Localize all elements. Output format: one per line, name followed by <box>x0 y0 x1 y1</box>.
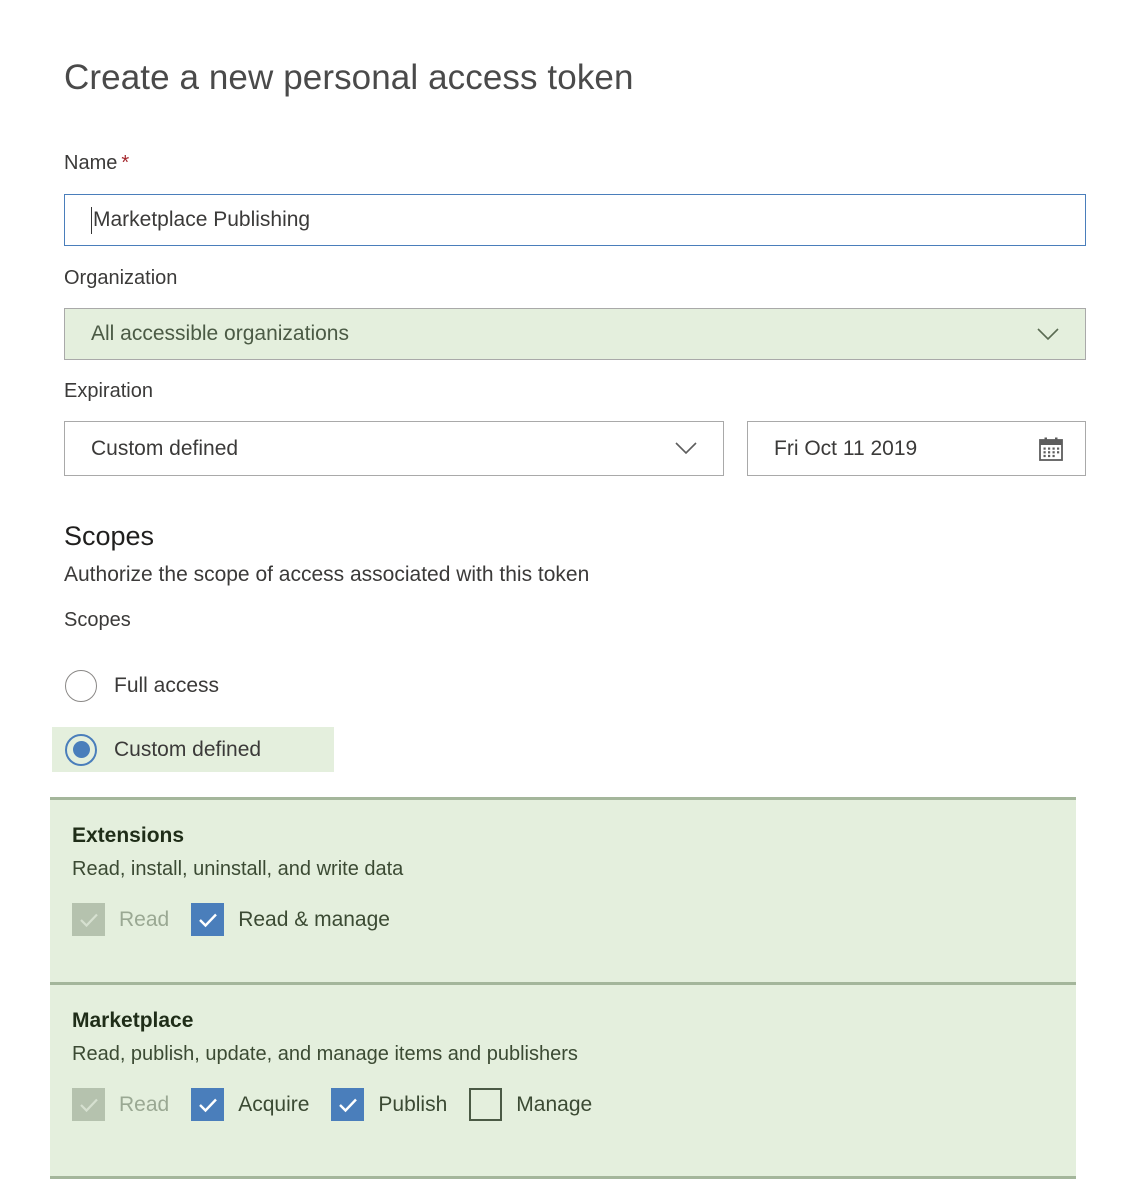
name-label-text: Name <box>64 152 118 174</box>
scope-options: Read Acquire Publish Manage <box>72 1088 1076 1121</box>
chevron-down-icon <box>675 442 697 455</box>
scope-option-publish[interactable]: Publish <box>331 1088 447 1121</box>
radio-custom-defined[interactable]: Custom defined <box>52 727 334 772</box>
checkbox-checked-icon[interactable] <box>191 1088 225 1121</box>
scope-option-read-and-manage[interactable]: Read & manage <box>191 903 390 936</box>
expiration-date-input[interactable]: Fri Oct 11 2019 <box>747 421 1086 476</box>
radio-icon-unselected <box>65 669 97 702</box>
scope-title: Marketplace <box>72 1009 194 1032</box>
expiration-field-label: Expiration <box>64 380 153 402</box>
scope-option-label: Read <box>119 907 170 931</box>
scope-options: Read Read & manage <box>72 903 1076 936</box>
scope-option-label: Acquire <box>238 1092 310 1116</box>
name-input[interactable]: Marketplace Publishing <box>64 194 1086 246</box>
name-input-value: Marketplace Publishing <box>93 208 311 231</box>
scope-title: Extensions <box>72 824 185 847</box>
checkbox-disabled-checked-icon <box>72 1088 105 1121</box>
scope-description: Read, install, uninstall, and write data <box>72 858 404 880</box>
scopes-subheading: Authorize the scope of access associated… <box>64 563 590 586</box>
scopes-heading: Scopes <box>64 521 155 551</box>
scopes-field-label: Scopes <box>64 609 131 631</box>
scope-option-acquire[interactable]: Acquire <box>191 1088 309 1121</box>
scope-option-read: Read <box>72 1088 169 1121</box>
checkbox-checked-icon[interactable] <box>331 1088 365 1121</box>
scope-option-manage[interactable]: Manage <box>469 1088 592 1121</box>
text-caret <box>91 206 92 234</box>
expiration-preset-select[interactable]: Custom defined <box>64 421 724 476</box>
checkbox-unchecked-icon[interactable] <box>469 1088 503 1121</box>
required-asterisk: * <box>121 152 130 174</box>
scope-block-extensions: Extensions Read, install, uninstall, and… <box>50 797 1076 982</box>
scope-description: Read, publish, update, and manage items … <box>72 1043 578 1065</box>
organization-field-label: Organization <box>64 267 178 289</box>
expiration-date-value: Fri Oct 11 2019 <box>774 436 918 460</box>
radio-full-access-label: Full access <box>114 673 220 697</box>
scope-option-label: Publish <box>378 1092 448 1116</box>
radio-icon-selected <box>65 733 97 766</box>
scope-option-label: Manage <box>516 1092 593 1116</box>
radio-dot <box>72 741 90 758</box>
scope-option-label: Read & manage <box>238 907 390 931</box>
scope-blocks: Extensions Read, install, uninstall, and… <box>50 797 1076 1179</box>
organization-selected-value: All accessible organizations <box>91 322 349 345</box>
page-title: Create a new personal access token <box>64 58 634 97</box>
checkbox-checked-icon[interactable] <box>191 903 225 936</box>
scope-option-label: Read <box>119 1092 170 1116</box>
expiration-preset-value: Custom defined <box>91 436 239 460</box>
organization-select[interactable]: All accessible organizations <box>64 308 1086 360</box>
create-pat-page: Create a new personal access token Name *… <box>0 0 1135 1201</box>
radio-full-access[interactable]: Full access <box>52 663 334 708</box>
scope-block-marketplace: Marketplace Read, publish, update, and m… <box>50 982 1076 1179</box>
chevron-down-icon <box>1037 327 1059 341</box>
radio-custom-defined-label: Custom defined <box>114 737 262 761</box>
calendar-icon[interactable] <box>1037 435 1065 463</box>
name-field-label: Name * <box>64 152 129 175</box>
checkbox-disabled-checked-icon <box>72 903 105 936</box>
scope-option-read: Read <box>72 903 169 936</box>
